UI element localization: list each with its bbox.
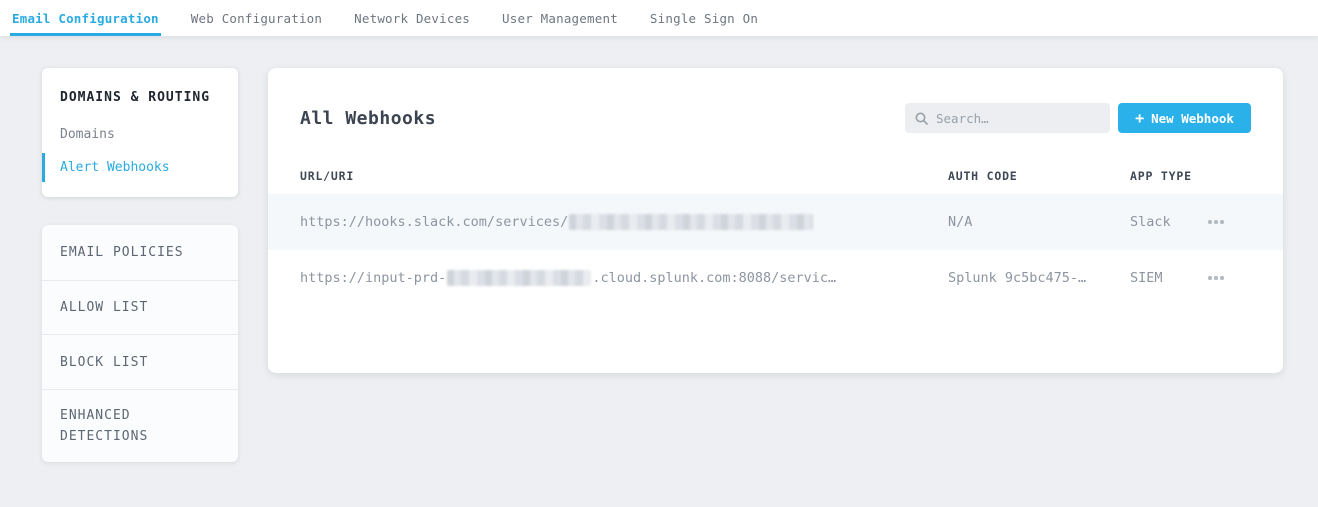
sidebar-item-allow-list[interactable]: ALLOW LIST [42, 280, 238, 334]
url-text: https://hooks.slack.com/services/ [300, 214, 568, 230]
search-icon [915, 112, 928, 125]
sidebar-section-list: EMAIL POLICIES ALLOW LIST BLOCK LIST ENH… [42, 225, 238, 462]
webhook-url-cell: https://input-prd- .cloud.splunk.com:808… [300, 250, 940, 306]
domains-routing-title: DOMAINS & ROUTING [42, 82, 238, 112]
sidebar-item-block-list[interactable]: BLOCK LIST [42, 334, 238, 389]
app-type-cell: SIEM [1130, 250, 1200, 306]
new-webhook-label: New Webhook [1151, 111, 1234, 126]
active-indicator-bar [42, 153, 45, 182]
sidebar-item-alert-webhooks[interactable]: Alert Webhooks [42, 151, 238, 184]
webhooks-panel: All Webhooks + New Webhook URL/URI AUTH … [268, 68, 1283, 373]
tab-user-management[interactable]: User Management [500, 0, 620, 36]
top-navigation: Email Configuration Web Configuration Ne… [0, 0, 1318, 36]
row-menu-icon[interactable] [1201, 194, 1231, 250]
table-row: https://input-prd- .cloud.splunk.com:808… [268, 250, 1283, 306]
url-text: https://input-prd- [300, 270, 446, 286]
column-header-app-type: APP TYPE [1130, 169, 1192, 183]
auth-code-cell: Splunk 9c5bc475-… [948, 250, 1123, 306]
tab-single-sign-on[interactable]: Single Sign On [648, 0, 760, 36]
redacted-url-segment [569, 214, 813, 230]
search-input[interactable] [936, 111, 1100, 126]
table-row: https://hooks.slack.com/services/ N/A Sl… [268, 194, 1283, 250]
webhook-url-cell: https://hooks.slack.com/services/ [300, 194, 940, 250]
search-box [905, 103, 1110, 133]
app-type-cell: Slack [1130, 194, 1200, 250]
domains-routing-card: DOMAINS & ROUTING Domains Alert Webhooks [42, 68, 238, 197]
tab-email-configuration[interactable]: Email Configuration [10, 0, 161, 36]
redacted-url-segment [447, 270, 591, 286]
tab-network-devices[interactable]: Network Devices [352, 0, 472, 36]
sidebar-item-enhanced-detections[interactable]: ENHANCED DETECTIONS [42, 389, 238, 462]
sidebar-item-email-policies[interactable]: EMAIL POLICIES [42, 225, 238, 280]
url-text-suffix: .cloud.splunk.com:8088/servic… [592, 270, 836, 286]
column-header-auth-code: AUTH CODE [948, 169, 1018, 183]
column-header-url: URL/URI [300, 169, 354, 183]
plus-icon: + [1135, 111, 1144, 126]
sidebar-item-domains[interactable]: Domains [42, 118, 238, 151]
sidebar-item-label: Alert Webhooks [60, 160, 170, 175]
row-menu-icon[interactable] [1201, 250, 1231, 306]
page-title: All Webhooks [300, 108, 436, 129]
tab-web-configuration[interactable]: Web Configuration [189, 0, 324, 36]
auth-code-cell: N/A [948, 194, 1123, 250]
new-webhook-button[interactable]: + New Webhook [1118, 103, 1251, 133]
